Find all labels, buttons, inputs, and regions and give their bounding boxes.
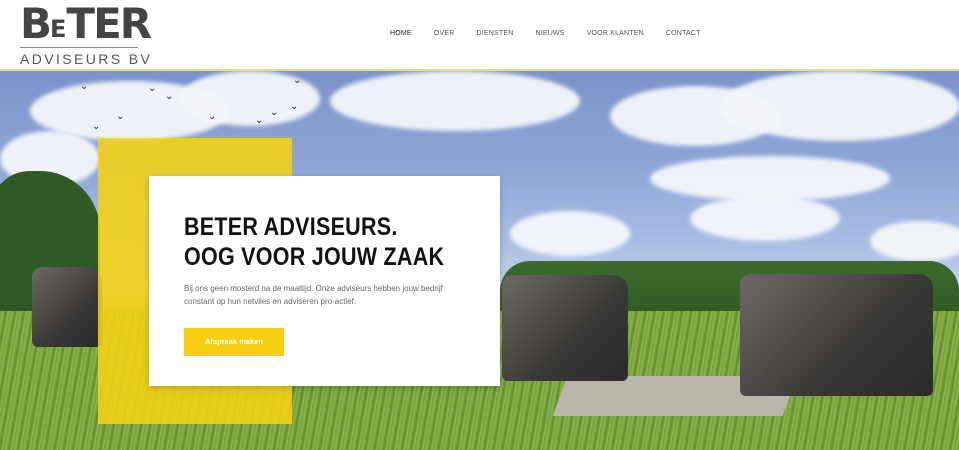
nav-item-contact[interactable]: CONTACT (666, 30, 701, 37)
concrete-block (32, 267, 102, 347)
logo-mark: B E TER (20, 0, 152, 48)
logo-letter-e: E (50, 15, 67, 43)
cloud-shape (330, 71, 580, 131)
bird-icon: ⌄ (293, 75, 302, 86)
bird-icon: ⌄ (80, 81, 89, 92)
logo[interactable]: B E TER ADVISEURS BV (20, 3, 152, 69)
hero-title-line1: BETER ADVISEURS. (184, 213, 398, 241)
bird-icon: ⌄ (116, 111, 125, 122)
logo-letter-b: B (20, 0, 52, 48)
cloud-shape (690, 196, 840, 241)
concrete-block (740, 274, 933, 396)
nav-item-home[interactable]: HOME (390, 30, 412, 37)
cloud-shape (720, 71, 959, 141)
hero-title: BETER ADVISEURS. OOG VOOR JOUW ZAAK (184, 212, 445, 272)
hero-card: BETER ADVISEURS. OOG VOOR JOUW ZAAK Bij … (149, 176, 500, 386)
hero-background-image: ⌄ ⌄ ⌄ ⌄ ⌄ ⌄ ⌄ ⌄ ⌄ ⌄ BETER ADVISEURS. OOG… (0, 71, 959, 450)
bird-icon: ⌄ (165, 91, 174, 102)
concrete-block (502, 275, 628, 381)
nav-item-diensten[interactable]: DIENSTEN (476, 30, 513, 37)
afspraak-maken-button[interactable]: Afspraak maken (184, 328, 284, 356)
nav-item-over[interactable]: OVER (434, 30, 455, 37)
hero-title-line2: OOG VOOR JOUW ZAAK (184, 243, 445, 271)
cloud-shape (510, 211, 630, 256)
logo-divider (20, 47, 138, 48)
site-header: B E TER ADVISEURS BV HOME OVER DIENSTEN … (0, 0, 959, 71)
bird-icon: ⌄ (270, 107, 279, 118)
bird-icon: ⌄ (208, 111, 217, 122)
hero-description: Bij ons geen mosterd na de maaltijd. Onz… (184, 284, 443, 306)
main-nav: HOME OVER DIENSTEN NIEUWS VOOR KLANTEN C… (390, 30, 723, 37)
nav-item-nieuws[interactable]: NIEUWS (535, 30, 564, 37)
logo-letters-ter: TER (66, 0, 152, 48)
bird-icon: ⌄ (255, 115, 264, 126)
bird-icon: ⌄ (92, 121, 101, 132)
logo-subtitle: ADVISEURS BV (20, 51, 153, 67)
nav-item-voor-klanten[interactable]: VOOR KLANTEN (587, 30, 644, 37)
cloud-shape (650, 156, 890, 201)
bird-icon: ⌄ (290, 101, 299, 112)
cloud-shape (870, 221, 959, 261)
bird-icon: ⌄ (148, 83, 157, 94)
